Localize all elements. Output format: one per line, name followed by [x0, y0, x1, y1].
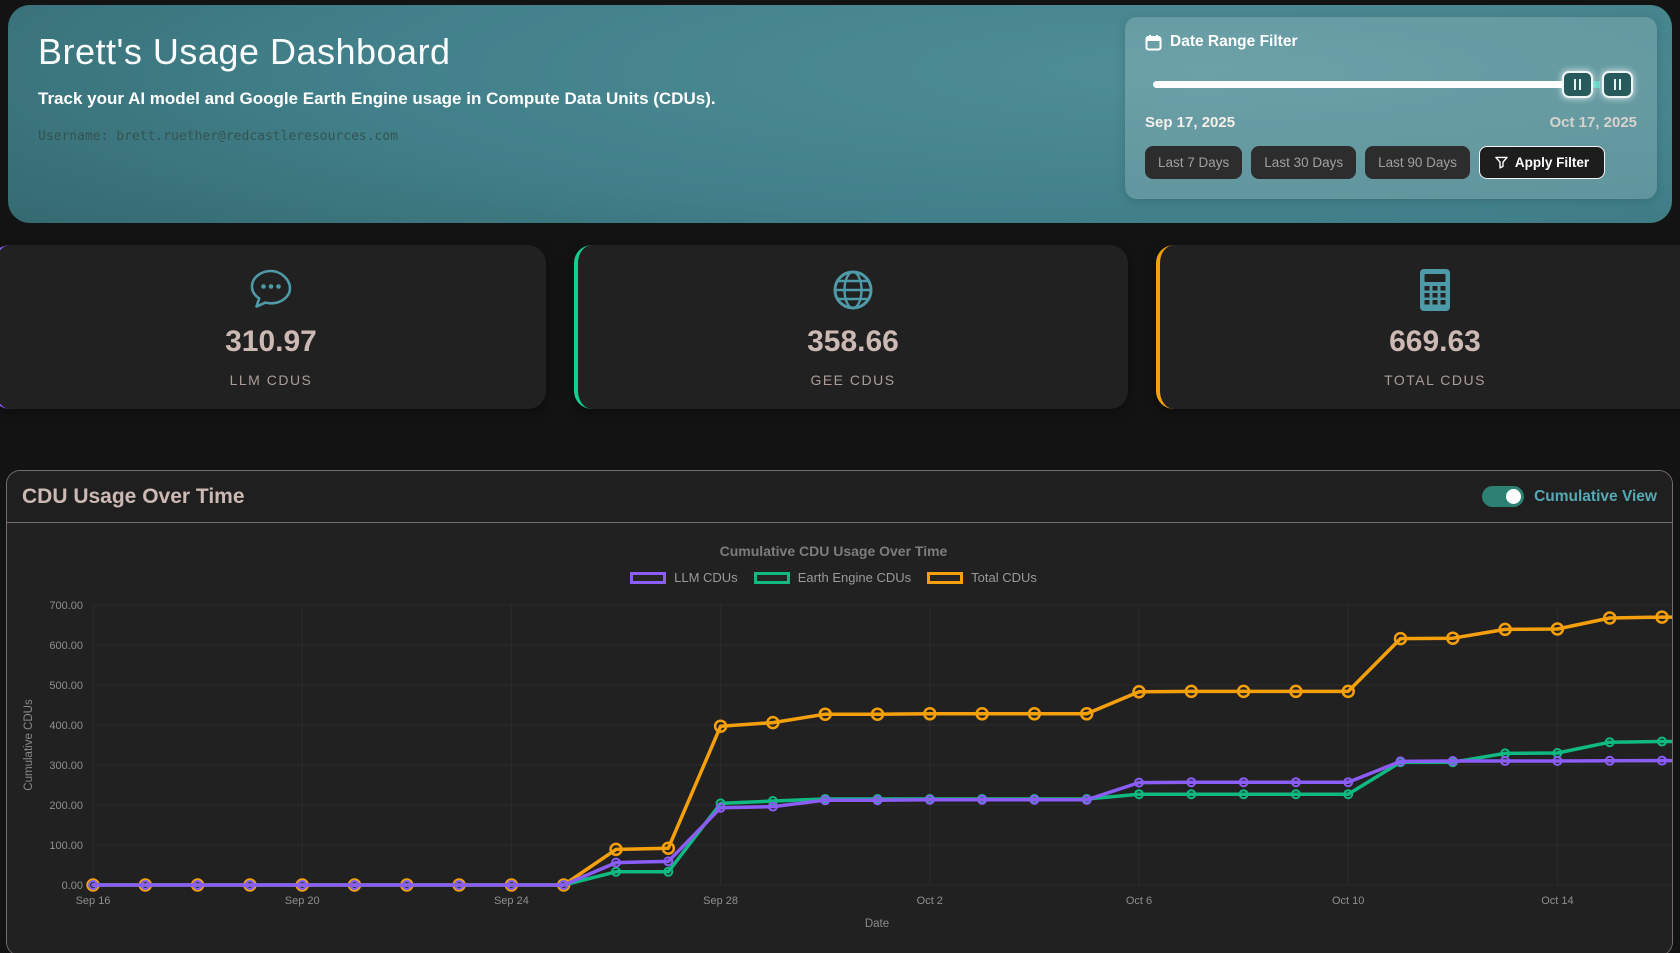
legend-swatch-total: [927, 572, 963, 584]
stat-label-llm: LLM CDUS: [230, 372, 313, 388]
cumulative-view-label: Cumulative View: [1534, 488, 1657, 506]
chart-card: CDU Usage Over Time Cumulative View 0.00…: [6, 470, 1673, 953]
calculator-icon: [1412, 267, 1458, 313]
y-tick-label: 500.00: [49, 680, 83, 692]
stats-row: 310.97 LLM CDUS 358.66 GEE CDUS 669.63 T…: [0, 245, 1680, 409]
y-tick-label: 400.00: [49, 720, 83, 732]
quick-filter-buttons: Last 7 Days Last 30 Days Last 90 Days Ap…: [1145, 146, 1637, 179]
end-date-label: Oct 17, 2025: [1549, 114, 1637, 131]
chat-bubble-icon: [247, 267, 295, 313]
date-range-slider[interactable]: [1145, 71, 1637, 98]
chart-title: Cumulative CDU Usage Over Time: [7, 543, 1660, 559]
y-tick-label: 300.00: [49, 760, 83, 772]
start-date-label: Sep 17, 2025: [1145, 114, 1235, 131]
x-tick-label: Oct 6: [1126, 895, 1152, 907]
chart-area: 0.00 100.00 200.00 300.00 400.00 500.00 600.00…: [7, 523, 1672, 953]
slider-track[interactable]: [1153, 81, 1575, 88]
globe-icon: [830, 267, 876, 313]
x-tick-label: Sep 24: [494, 895, 529, 907]
filter-panel-header: Date Range Filter: [1145, 33, 1637, 51]
llm-cdus-line: [93, 761, 1673, 885]
x-tick-label: Oct 14: [1541, 895, 1573, 907]
chart-section-title: CDU Usage Over Time: [22, 485, 245, 509]
x-tick-label: Sep 28: [703, 895, 738, 907]
stat-card-llm: 310.97 LLM CDUS: [0, 245, 546, 409]
x-tick-label: Sep 20: [285, 895, 320, 907]
x-axis-title: Date: [865, 918, 889, 930]
stat-label-gee: GEE CDUS: [810, 372, 895, 388]
last-30-days-button[interactable]: Last 30 Days: [1251, 146, 1356, 179]
cdu-usage-line-chart[interactable]: 0.00 100.00 200.00 300.00 400.00 500.00 600.00…: [7, 523, 1673, 953]
stat-value-total: 669.63: [1389, 325, 1481, 359]
y-tick-label: 100.00: [49, 840, 83, 852]
cumulative-toggle-group: Cumulative View: [1482, 486, 1657, 507]
earth-engine-cdus-line: [93, 742, 1673, 885]
y-tick-label: 0.00: [62, 880, 83, 892]
header-banner: Brett's Usage Dashboard Track your AI mo…: [8, 5, 1672, 223]
y-axis-title: Cumulative CDUs: [23, 699, 35, 791]
legend-item-total[interactable]: Total CDUs: [927, 570, 1037, 585]
stat-label-total: TOTAL CDUS: [1384, 372, 1486, 388]
funnel-icon: [1495, 156, 1508, 169]
stat-card-gee: 358.66 GEE CDUS: [574, 245, 1128, 409]
apply-filter-button[interactable]: Apply Filter: [1479, 146, 1605, 179]
cumulative-view-toggle[interactable]: [1482, 486, 1524, 507]
legend-item-gee[interactable]: Earth Engine CDUs: [754, 570, 911, 585]
chart-card-header: CDU Usage Over Time Cumulative View: [7, 471, 1672, 523]
filter-date-labels: Sep 17, 2025 Oct 17, 2025: [1145, 114, 1637, 131]
slider-handle-end[interactable]: [1602, 71, 1633, 98]
y-tick-label: 600.00: [49, 640, 83, 652]
stat-card-total: 669.63 TOTAL CDUS: [1156, 245, 1680, 409]
x-tick-label: Oct 10: [1332, 895, 1364, 907]
calendar-icon: [1145, 34, 1162, 51]
x-tick-label: Sep 16: [76, 895, 111, 907]
slider-handle-start[interactable]: [1562, 71, 1593, 98]
stat-value-gee: 358.66: [807, 325, 899, 359]
legend-swatch-gee: [754, 572, 790, 584]
filter-panel-title: Date Range Filter: [1170, 33, 1297, 51]
last-7-days-button[interactable]: Last 7 Days: [1145, 146, 1242, 179]
last-90-days-button[interactable]: Last 90 Days: [1365, 146, 1470, 179]
y-tick-label: 700.00: [49, 600, 83, 612]
legend-item-llm[interactable]: LLM CDUs: [630, 570, 738, 585]
chart-legend: LLM CDUs Earth Engine CDUs Total CDUs: [7, 570, 1660, 585]
toggle-knob: [1506, 489, 1521, 504]
date-range-filter-panel: Date Range Filter Sep 17, 2025 Oct 17, 2…: [1125, 17, 1657, 199]
y-tick-label: 200.00: [49, 800, 83, 812]
x-tick-label: Oct 2: [917, 895, 943, 907]
legend-swatch-llm: [630, 572, 666, 584]
stat-value-llm: 310.97: [225, 325, 317, 359]
